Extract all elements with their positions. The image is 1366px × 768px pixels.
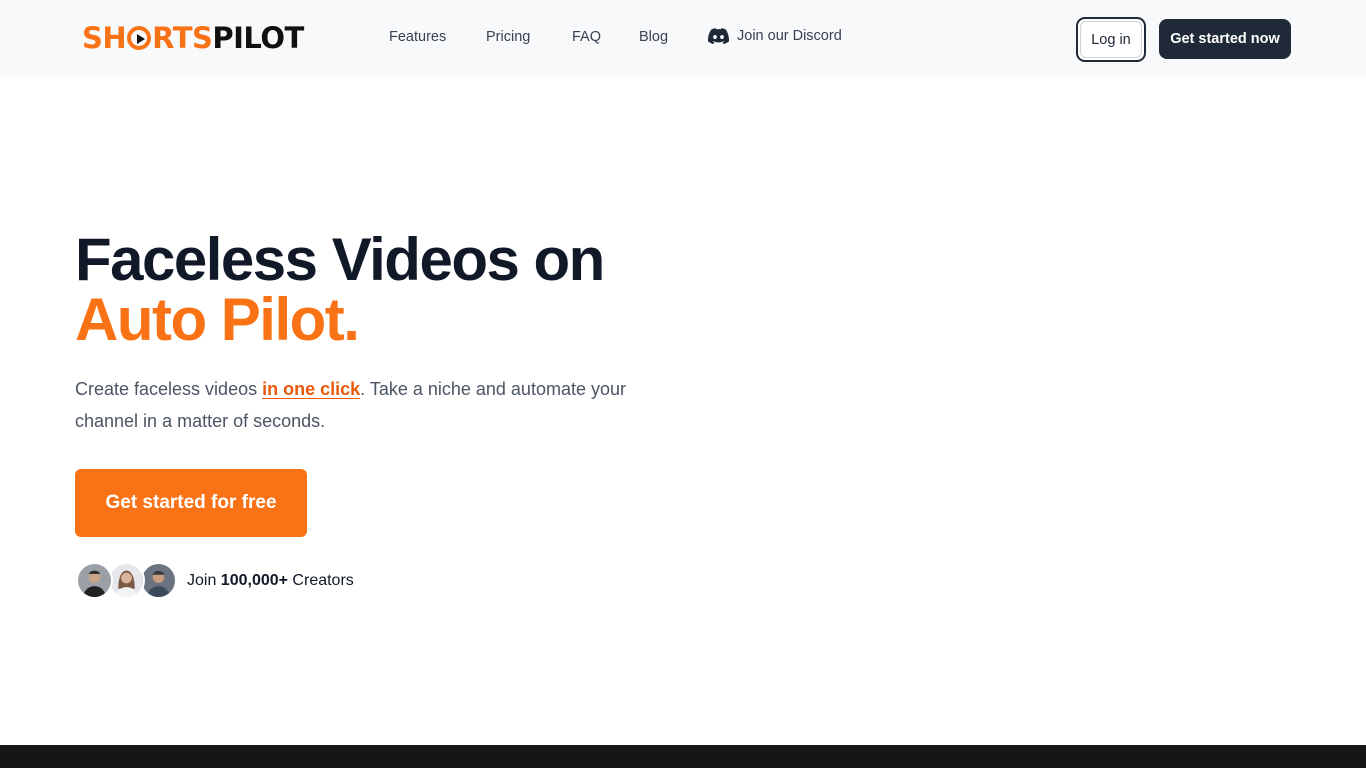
nav-blog[interactable]: Blog (639, 29, 668, 45)
hero-subtitle-before: Create faceless videos (75, 379, 263, 399)
login-button[interactable]: Log in (1076, 17, 1146, 62)
shortspilot-logo[interactable]: SH RTS PILOT (82, 22, 304, 54)
get-started-now-button[interactable]: Get started now (1159, 19, 1291, 59)
join-creators-text: Join 100,000+ Creators (187, 572, 354, 590)
hero-subtitle: Create faceless videos in one click. Tak… (75, 373, 675, 437)
play-icon (127, 26, 152, 50)
avatar (76, 562, 113, 599)
hero-title-line1: Faceless Videos on (75, 226, 605, 293)
site-header: SH RTS PILOT Features Pricing FAQ Blog Jo… (0, 0, 1366, 77)
logo-shorts-text-2: RTS (152, 20, 213, 55)
dark-section-edge (0, 745, 1366, 768)
hero-title-line2: Auto Pilot. (75, 286, 360, 353)
in-one-click-link[interactable]: in one click (262, 379, 360, 399)
get-started-free-button[interactable]: Get started for free (75, 469, 307, 537)
nav-discord-label: Join our Discord (737, 28, 842, 44)
nav-pricing[interactable]: Pricing (486, 29, 530, 45)
nav-features[interactable]: Features (389, 29, 446, 45)
avatar (108, 562, 145, 599)
discord-icon (708, 28, 729, 44)
logo-shorts: SH RTS (82, 20, 213, 55)
login-button-label: Log in (1080, 21, 1142, 58)
logo-pilot: PILOT (212, 20, 304, 55)
creator-count: 100,000+ (220, 572, 288, 589)
nav-discord[interactable]: Join our Discord (708, 28, 842, 44)
logo-shorts-text: SH (82, 20, 127, 55)
nav-faq[interactable]: FAQ (572, 29, 601, 45)
hero-title: Faceless Videos on Auto Pilot. (75, 230, 605, 353)
join-prefix: Join (187, 572, 221, 589)
avatar (140, 562, 177, 599)
join-suffix: Creators (287, 572, 354, 589)
